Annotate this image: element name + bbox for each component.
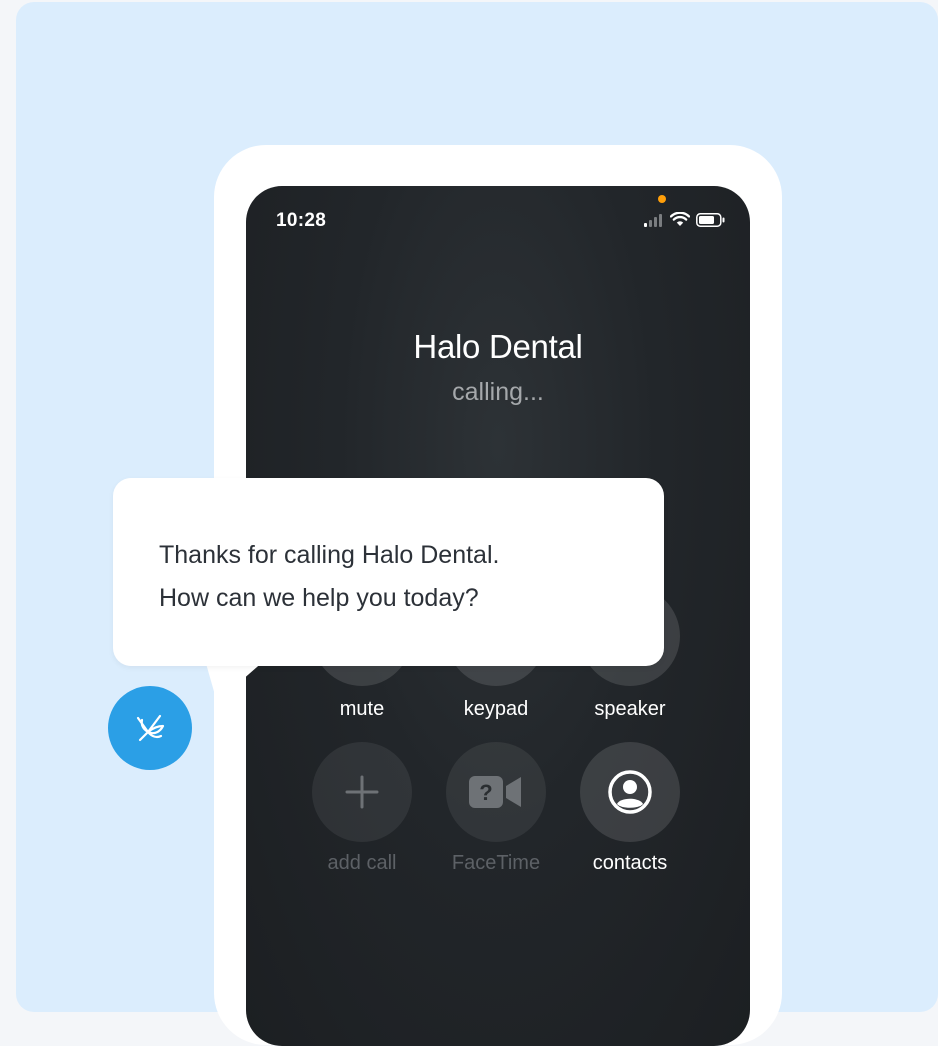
plus-icon	[345, 775, 379, 809]
wifi-icon	[670, 212, 690, 226]
bubble-line-1: Thanks for calling Halo Dental.	[159, 541, 500, 569]
person-circle-icon	[608, 770, 652, 814]
add-call-button[interactable]	[312, 742, 412, 842]
speech-bubble: Thanks for calling Halo Dental. How can …	[113, 478, 664, 666]
bubble-line-2: How can we help you today?	[159, 584, 479, 612]
facetime-video-icon: ?	[469, 776, 521, 808]
add-call-label: add call	[327, 852, 397, 874]
caller-name: Halo Dental	[413, 328, 583, 365]
cellular-signal-icon	[644, 213, 662, 227]
assistant-logo-icon	[136, 714, 165, 742]
speech-bubble-tail	[205, 660, 265, 702]
facetime-button[interactable]: ?	[446, 742, 546, 842]
status-time: 10:28	[276, 210, 327, 231]
bubble-message: Thanks for calling Halo Dental. How can …	[159, 534, 639, 620]
contacts-label: contacts	[592, 852, 668, 874]
facetime-label: FaceTime	[451, 852, 541, 874]
keypad-label: keypad	[463, 698, 529, 720]
assistant-avatar	[108, 686, 192, 770]
svg-text:?: ?	[479, 780, 492, 805]
privacy-indicator-dot	[658, 195, 666, 203]
speaker-label: speaker	[594, 698, 666, 720]
status-icons	[644, 212, 726, 227]
call-status: calling...	[452, 378, 544, 406]
contacts-button[interactable]	[580, 742, 680, 842]
battery-icon	[696, 212, 725, 227]
mute-label: mute	[339, 698, 385, 720]
